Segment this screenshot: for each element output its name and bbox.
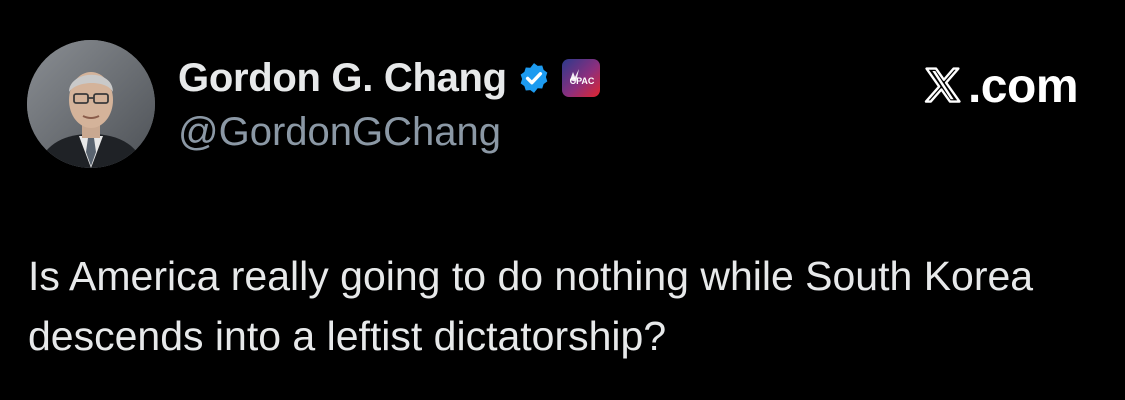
author-display-name[interactable]: Gordon G. Chang <box>178 56 507 101</box>
author-handle[interactable]: @GordonGChang <box>178 110 501 155</box>
cpac-badge-label: CPAC <box>569 76 594 86</box>
avatar[interactable] <box>27 40 155 168</box>
verified-badge-icon[interactable] <box>517 61 551 95</box>
tweet-text: Is America really going to do nothing wh… <box>28 253 1034 359</box>
tweet-card: Gordon G. Chang CPAC @GordonGChang .com … <box>0 0 1125 400</box>
x-logo-icon <box>920 64 966 108</box>
x-domain-suffix: .com <box>967 59 1079 113</box>
avatar-photo-icon <box>27 40 155 168</box>
cpac-badge-icon[interactable]: CPAC <box>561 58 601 98</box>
author-name-row: Gordon G. Chang CPAC <box>178 52 601 104</box>
x-brand[interactable]: .com <box>920 58 1079 114</box>
